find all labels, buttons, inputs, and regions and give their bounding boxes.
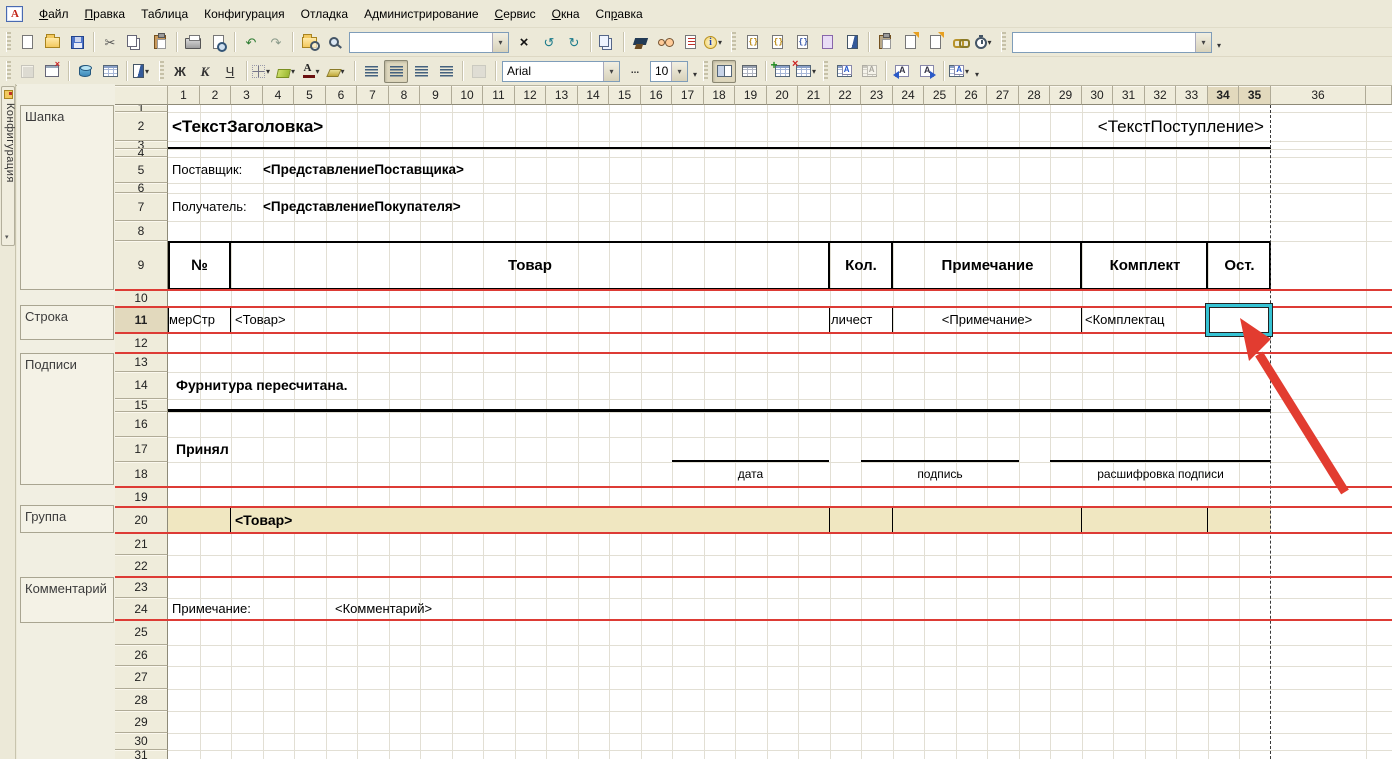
- cell-receiver-value[interactable]: <ПредставлениеПокупателя>: [263, 193, 663, 221]
- cell-sig-sign[interactable]: подпись: [861, 463, 1019, 485]
- section-divider-line: [115, 576, 1392, 578]
- cell-supplier-label[interactable]: Поставщик:: [172, 157, 260, 183]
- cell-r11-kit[interactable]: <Комплектац: [1085, 307, 1206, 333]
- group-border: [230, 507, 231, 533]
- row11-border: [829, 307, 830, 333]
- cell-th-note[interactable]: Примечание: [893, 241, 1082, 290]
- cell-supplier-value[interactable]: <ПредставлениеПоставщика>: [263, 157, 663, 183]
- sig-line-sign: [861, 460, 1019, 462]
- cell-th-num[interactable]: №: [168, 241, 231, 290]
- cell-r11-product[interactable]: <Товар>: [235, 307, 535, 333]
- section-divider-line: [115, 532, 1392, 534]
- cell-sig-date[interactable]: дата: [672, 463, 829, 485]
- cell-receiver-label[interactable]: Получатель:: [172, 193, 264, 221]
- annotation-arrow: [1195, 302, 1365, 497]
- cell-r11-qty[interactable]: личест: [831, 307, 891, 333]
- cell-accepted[interactable]: Принял: [176, 437, 376, 462]
- cell-group-product[interactable]: <Товар>: [235, 507, 535, 533]
- group-border: [1207, 507, 1208, 533]
- row11-border: [230, 307, 231, 333]
- title-underline: [168, 147, 1271, 149]
- cell-th-product[interactable]: Товар: [231, 241, 829, 290]
- sig-line-date: [672, 460, 829, 462]
- cell-r11-note[interactable]: <Примечание>: [893, 307, 1081, 333]
- sheet-overlay: <ТекстЗаголовка> <ТекстПоступление> Пост…: [0, 0, 1392, 759]
- cell-title[interactable]: <ТекстЗаголовка>: [172, 112, 772, 141]
- cell-receipt-text[interactable]: <ТекстПоступление>: [900, 112, 1264, 141]
- section-divider-line: [115, 619, 1392, 621]
- section-divider-line: [115, 506, 1392, 508]
- cell-r11-num[interactable]: мерСтр: [169, 307, 229, 333]
- row11-border: [1081, 307, 1082, 333]
- cell-th-kit[interactable]: Комплект: [1082, 241, 1208, 290]
- cell-comment-label[interactable]: Примечание:: [172, 598, 267, 620]
- cell-comment-value[interactable]: <Комментарий>: [335, 598, 635, 620]
- group-border: [892, 507, 893, 533]
- cell-th-rest[interactable]: Ост.: [1208, 241, 1271, 290]
- section-divider-line: [115, 289, 1392, 291]
- cell-th-qty[interactable]: Кол.: [829, 241, 893, 290]
- cell-furniture[interactable]: Фурнитура пересчитана.: [176, 372, 576, 399]
- group-border: [829, 507, 830, 533]
- signatures-rule: [168, 409, 1271, 412]
- group-border: [1081, 507, 1082, 533]
